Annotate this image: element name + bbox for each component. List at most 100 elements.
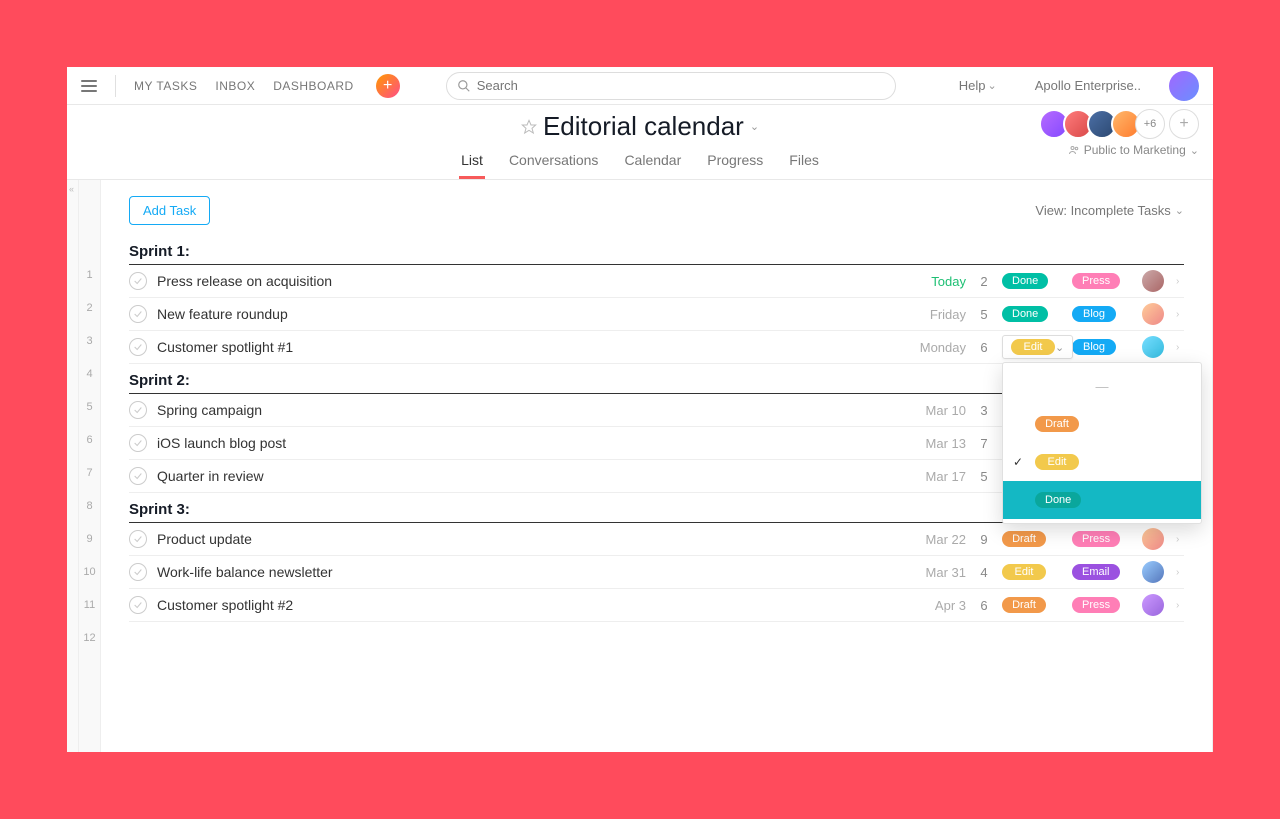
task-row[interactable]: New feature roundupFriday5DoneBlog›: [129, 298, 1184, 331]
star-icon[interactable]: [521, 119, 537, 135]
open-task-caret[interactable]: ›: [1176, 309, 1184, 320]
tab-progress[interactable]: Progress: [705, 146, 765, 179]
task-due-date: Mar 13: [906, 436, 966, 451]
status-option-edit[interactable]: ✓Edit: [1003, 443, 1201, 481]
status-cell[interactable]: Draft: [1002, 531, 1062, 547]
tab-list[interactable]: List: [459, 146, 485, 179]
row-number: 12: [79, 621, 100, 654]
section-header[interactable]: Sprint 1:: [129, 237, 1184, 265]
task-row[interactable]: Press release on acquisitionToday2DonePr…: [129, 265, 1184, 298]
help-menu[interactable]: Help ⌄: [959, 78, 997, 93]
global-add-button[interactable]: +: [376, 74, 400, 98]
subtask-count: 5: [976, 307, 992, 322]
type-pill: Press: [1072, 597, 1120, 613]
row-number: 6: [79, 423, 100, 456]
subtask-count: 7: [976, 436, 992, 451]
open-task-caret[interactable]: ›: [1176, 276, 1184, 287]
task-due-date: Mar 22: [906, 532, 966, 547]
status-cell[interactable]: Edit: [1002, 564, 1062, 580]
complete-task-checkbox[interactable]: [129, 305, 147, 323]
nav-my-tasks[interactable]: MY TASKS: [134, 79, 197, 93]
subtask-count: 5: [976, 469, 992, 484]
subtask-count: 2: [976, 274, 992, 289]
complete-task-checkbox[interactable]: [129, 434, 147, 452]
row-number: 4: [79, 357, 100, 390]
task-row[interactable]: Work-life balance newsletterMar 314EditE…: [129, 556, 1184, 589]
open-task-caret[interactable]: ›: [1176, 342, 1184, 353]
project-menu-caret[interactable]: ⌄: [750, 120, 759, 133]
nav-inbox[interactable]: INBOX: [215, 79, 255, 93]
row-number: 5: [79, 390, 100, 423]
subtask-count: 9: [976, 532, 992, 547]
task-title: Press release on acquisition: [157, 273, 896, 289]
status-pill: Edit: [1002, 564, 1046, 580]
status-pill: Done: [1002, 306, 1048, 322]
row-number: 3: [79, 324, 100, 357]
complete-task-checkbox[interactable]: [129, 338, 147, 356]
type-cell[interactable]: Email: [1072, 564, 1132, 580]
current-user-avatar[interactable]: [1169, 71, 1199, 101]
add-member-button[interactable]: +: [1169, 109, 1199, 139]
visibility-menu[interactable]: Public to Marketing ⌄: [1068, 143, 1199, 157]
status-option-done[interactable]: Done: [1003, 481, 1201, 519]
app-window: MY TASKS INBOX DASHBOARD + Help ⌄ Apollo…: [67, 67, 1213, 752]
type-cell[interactable]: Press: [1072, 597, 1132, 613]
type-cell[interactable]: Blog: [1072, 339, 1132, 355]
complete-task-checkbox[interactable]: [129, 401, 147, 419]
menu-icon[interactable]: [81, 80, 97, 92]
assignee-cell[interactable]: [1142, 561, 1166, 583]
nav-dashboard[interactable]: DASHBOARD: [273, 79, 354, 93]
assignee-cell[interactable]: [1142, 336, 1166, 358]
status-dropdown-menu: —Draft✓EditDone: [1002, 362, 1202, 524]
task-row[interactable]: Customer spotlight #2 Apr 3 6 Draft Press ›: [129, 589, 1184, 622]
assignee-cell[interactable]: [1142, 594, 1166, 616]
status-option-none[interactable]: —: [1003, 367, 1201, 405]
add-task-button[interactable]: Add Task: [129, 196, 210, 225]
type-cell[interactable]: Blog: [1072, 306, 1132, 322]
tab-calendar[interactable]: Calendar: [622, 146, 683, 179]
status-cell[interactable]: Draft: [1002, 597, 1062, 613]
task-due-date: Monday: [906, 340, 966, 355]
task-due-date: Mar 10: [906, 403, 966, 418]
collapsed-sidebar[interactable]: «: [67, 180, 79, 752]
task-title: Work-life balance newsletter: [157, 564, 896, 580]
workspace-menu[interactable]: Apollo Enterprise..: [1035, 78, 1141, 93]
chevron-down-icon: ⌄: [1175, 204, 1184, 217]
assignee-cell[interactable]: [1142, 528, 1166, 550]
search-input[interactable]: [477, 78, 885, 93]
type-pill: Blog: [1072, 339, 1116, 355]
status-pill: Edit: [1011, 339, 1055, 355]
task-row[interactable]: Customer spotlight #1Monday6Edit⌄—Draft✓…: [129, 331, 1184, 364]
task-title: New feature roundup: [157, 306, 896, 322]
assignee-cell[interactable]: [1142, 303, 1166, 325]
search-box[interactable]: [446, 72, 896, 100]
task-row[interactable]: Product updateMar 229DraftPress›: [129, 523, 1184, 556]
complete-task-checkbox[interactable]: [129, 272, 147, 290]
complete-task-checkbox[interactable]: [129, 530, 147, 548]
type-cell[interactable]: Press: [1072, 273, 1132, 289]
status-cell[interactable]: Done: [1002, 306, 1062, 322]
complete-task-checkbox[interactable]: [129, 596, 147, 614]
complete-task-checkbox[interactable]: [129, 563, 147, 581]
expand-sidebar-icon[interactable]: «: [69, 184, 74, 194]
tab-conversations[interactable]: Conversations: [507, 146, 601, 179]
open-task-caret[interactable]: ›: [1176, 567, 1184, 578]
row-number: 10: [79, 555, 100, 588]
task-title: Customer spotlight #2: [157, 597, 896, 613]
status-option-draft[interactable]: Draft: [1003, 405, 1201, 443]
status-dropdown[interactable]: Edit⌄—Draft✓EditDone: [1002, 335, 1073, 359]
status-cell[interactable]: Done: [1002, 273, 1062, 289]
subtask-count: 6: [976, 598, 992, 613]
view-filter[interactable]: View: Incomplete Tasks ⌄: [1035, 203, 1184, 218]
task-due-date: Apr 3: [906, 598, 966, 613]
tab-files[interactable]: Files: [787, 146, 821, 179]
status-cell[interactable]: Edit⌄—Draft✓EditDone: [1002, 335, 1062, 359]
type-cell[interactable]: Press: [1072, 531, 1132, 547]
more-members[interactable]: +6: [1135, 109, 1165, 139]
assignee-cell[interactable]: [1142, 270, 1166, 292]
complete-task-checkbox[interactable]: [129, 467, 147, 485]
open-task-caret[interactable]: ›: [1176, 600, 1184, 611]
task-list-pane: Add Task View: Incomplete Tasks ⌄ Sprint…: [101, 180, 1213, 752]
open-task-caret[interactable]: ›: [1176, 534, 1184, 545]
chevron-down-icon: ⌄: [1055, 341, 1064, 354]
